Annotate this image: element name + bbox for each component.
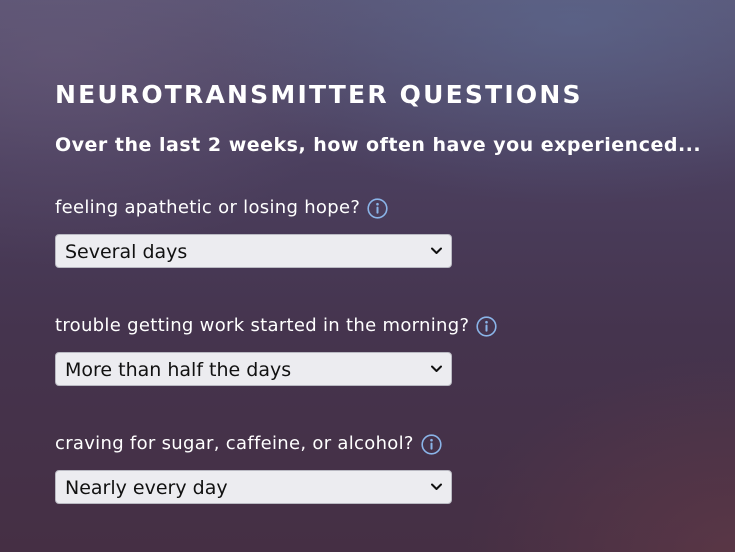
question-label-row: trouble getting work started in the morn… (55, 314, 715, 338)
question-label-row: craving for sugar, caffeine, or alcohol? (55, 432, 715, 456)
select-value: Nearly every day (65, 477, 228, 499)
info-circle-icon[interactable] (367, 197, 388, 219)
frequency-select-cravings[interactable]: Nearly every day (55, 470, 452, 504)
info-circle-icon[interactable] (476, 315, 497, 337)
question-cravings: craving for sugar, caffeine, or alcohol?… (55, 432, 715, 504)
chevron-down-icon (431, 247, 442, 255)
question-apathy: feeling apathetic or losing hope? Severa… (55, 196, 715, 268)
question-label: craving for sugar, caffeine, or alcohol? (55, 433, 414, 454)
frequency-select-apathy[interactable]: Several days (55, 234, 452, 268)
chevron-down-icon (431, 365, 442, 373)
info-circle-icon[interactable] (421, 433, 442, 455)
intro-text: Over the last 2 weeks, how often have yo… (55, 134, 702, 156)
question-label-row: feeling apathetic or losing hope? (55, 196, 715, 220)
question-label: trouble getting work started in the morn… (55, 315, 470, 336)
select-value: More than half the days (65, 359, 292, 381)
select-value: Several days (65, 241, 188, 263)
questionnaire-panel: NEUROTRANSMITTER QUESTIONS Over the last… (55, 78, 715, 504)
chevron-down-icon (431, 483, 442, 491)
question-morning-work: trouble getting work started in the morn… (55, 314, 715, 386)
question-label: feeling apathetic or losing hope? (55, 197, 361, 218)
page-title: NEUROTRANSMITTER QUESTIONS (55, 80, 583, 109)
frequency-select-morning-work[interactable]: More than half the days (55, 352, 452, 386)
